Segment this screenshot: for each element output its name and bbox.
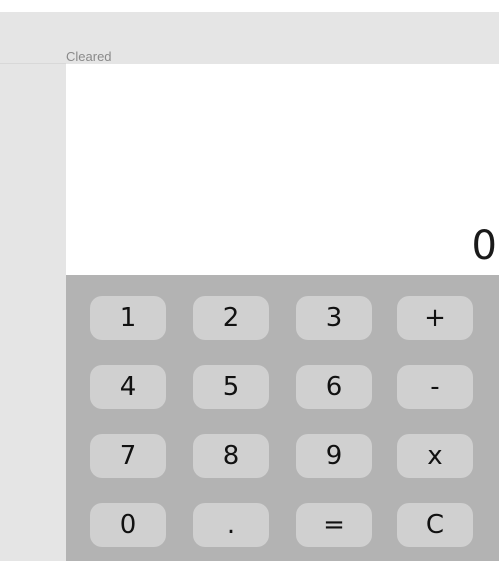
key-9-button[interactable]: 9	[296, 434, 372, 478]
calculator-display: 0	[66, 68, 499, 275]
keypad: 1 2 3 + 4 5 6 - 7 8 9 x 0 . = C	[66, 275, 499, 561]
key-2-button[interactable]: 2	[193, 296, 269, 340]
panel-divider	[0, 63, 66, 64]
key-8-button[interactable]: 8	[193, 434, 269, 478]
left-panel	[0, 64, 66, 561]
multiply-button[interactable]: x	[397, 434, 473, 478]
key-7-button[interactable]: 7	[90, 434, 166, 478]
key-3-button[interactable]: 3	[296, 296, 372, 340]
equals-button[interactable]: =	[296, 503, 372, 547]
key-5-button[interactable]: 5	[193, 365, 269, 409]
clear-button[interactable]: C	[397, 503, 473, 547]
key-4-button[interactable]: 4	[90, 365, 166, 409]
display-value: 0	[471, 223, 497, 269]
key-6-button[interactable]: 6	[296, 365, 372, 409]
calculator: 0 1 2 3 + 4 5 6 - 7 8 9 x 0 . = C	[66, 68, 499, 561]
subtract-button[interactable]: -	[397, 365, 473, 409]
status-label: Cleared	[66, 49, 112, 64]
key-0-button[interactable]: 0	[90, 503, 166, 547]
add-button[interactable]: +	[397, 296, 473, 340]
key-1-button[interactable]: 1	[90, 296, 166, 340]
decimal-button[interactable]: .	[193, 503, 269, 547]
